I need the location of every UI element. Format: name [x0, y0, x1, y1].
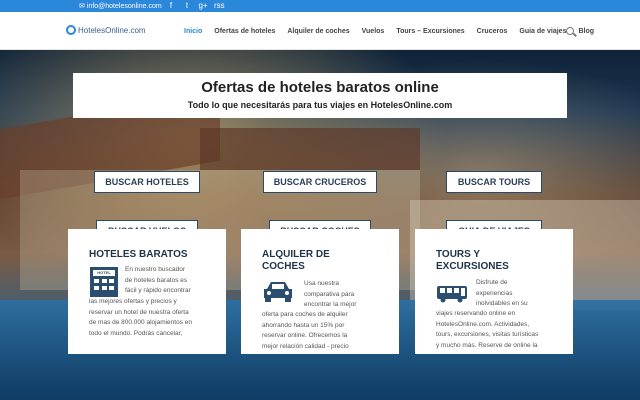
- facebook-icon[interactable]: f: [166, 1, 176, 10]
- email-text: info@hotelesonline.com: [86, 2, 162, 10]
- nav-item-inicio[interactable]: Inicio: [184, 28, 202, 35]
- nav-item-tours[interactable]: Tours – Excursiones: [396, 28, 464, 35]
- logo-globe-icon: [66, 25, 76, 35]
- card-text-intro: Disfrute de experiencias inolvidables en…: [476, 279, 528, 307]
- nav-item-cruceros[interactable]: Cruceros: [477, 28, 508, 35]
- logo-text: HotelesOnline.com: [78, 25, 146, 35]
- hero-title-box: Ofertas de hoteles baratos online Todo l…: [73, 73, 567, 118]
- card-text-body-full: oferta para coches de alquiler ahorrando…: [262, 311, 349, 350]
- buscar-cruceros-button[interactable]: BUSCAR CRUCEROS: [263, 171, 377, 193]
- card-title: HOTELES BARATOS: [89, 249, 188, 260]
- card-title: ALQUILER DE COCHES: [262, 249, 330, 272]
- nav-item-guia-viajes[interactable]: Guia de viajes: [519, 28, 566, 35]
- google-plus-icon[interactable]: g+: [198, 1, 208, 10]
- email-icon: ✉: [79, 3, 85, 10]
- card-hoteles: HOTELES BARATOS HOTEL En nuestro buscado…: [68, 229, 226, 354]
- nav-item-vuelos[interactable]: Vuelos: [362, 28, 385, 35]
- top-bar: ✉ info@hotelesonline.com f t g+ rss: [0, 0, 640, 12]
- nav-item-alquiler-coches[interactable]: Alquiler de coches: [287, 28, 349, 35]
- site-logo[interactable]: HotelesOnline.com: [66, 25, 146, 35]
- card-coches: ALQUILER DE COCHES Usa nuestra comparati…: [241, 229, 399, 354]
- card-tours: TOURS Y EXCURSIONES Disfrute de experien…: [415, 229, 573, 354]
- twitter-icon[interactable]: t: [182, 1, 192, 10]
- nav-item-ofertas-hoteles[interactable]: Ofertas de hoteles: [214, 28, 275, 35]
- search-icon[interactable]: [566, 27, 574, 35]
- nav-item-blog[interactable]: Blog: [578, 28, 594, 35]
- bus-icon: [437, 286, 467, 303]
- social-links: f t g+ rss: [166, 1, 225, 10]
- card-text-body: las mejores ofertas y precios y reservar…: [89, 298, 192, 337]
- rss-icon[interactable]: rss: [214, 1, 225, 10]
- card-text-body: Usa nuestra comparativa para encontrar l…: [304, 280, 357, 308]
- card-title: TOURS Y EXCURSIONES: [436, 249, 509, 272]
- main-nav: Inicio Ofertas de hoteles Alquiler de co…: [184, 28, 606, 35]
- hero-subtitle: Todo lo que necesitarás para tus viajes …: [187, 100, 453, 110]
- card-text-intro: En nuestro buscador de hoteles baratos e…: [125, 266, 191, 294]
- email-link[interactable]: ✉ info@hotelesonline.com: [79, 2, 162, 11]
- buscar-hoteles-button[interactable]: BUSCAR HOTELES: [94, 171, 200, 193]
- hero-background-roof: [200, 128, 420, 170]
- site-header: HotelesOnline.com Inicio Ofertas de hote…: [0, 12, 640, 50]
- hero-title: Ofertas de hoteles baratos online: [201, 79, 439, 96]
- car-icon: [264, 282, 292, 302]
- card-text-body: viajes reservando online en HotelesOnlin…: [436, 310, 539, 349]
- hotel-building-icon: HOTEL: [90, 267, 118, 297]
- buscar-tours-button[interactable]: BUSCAR TOURS: [446, 171, 542, 193]
